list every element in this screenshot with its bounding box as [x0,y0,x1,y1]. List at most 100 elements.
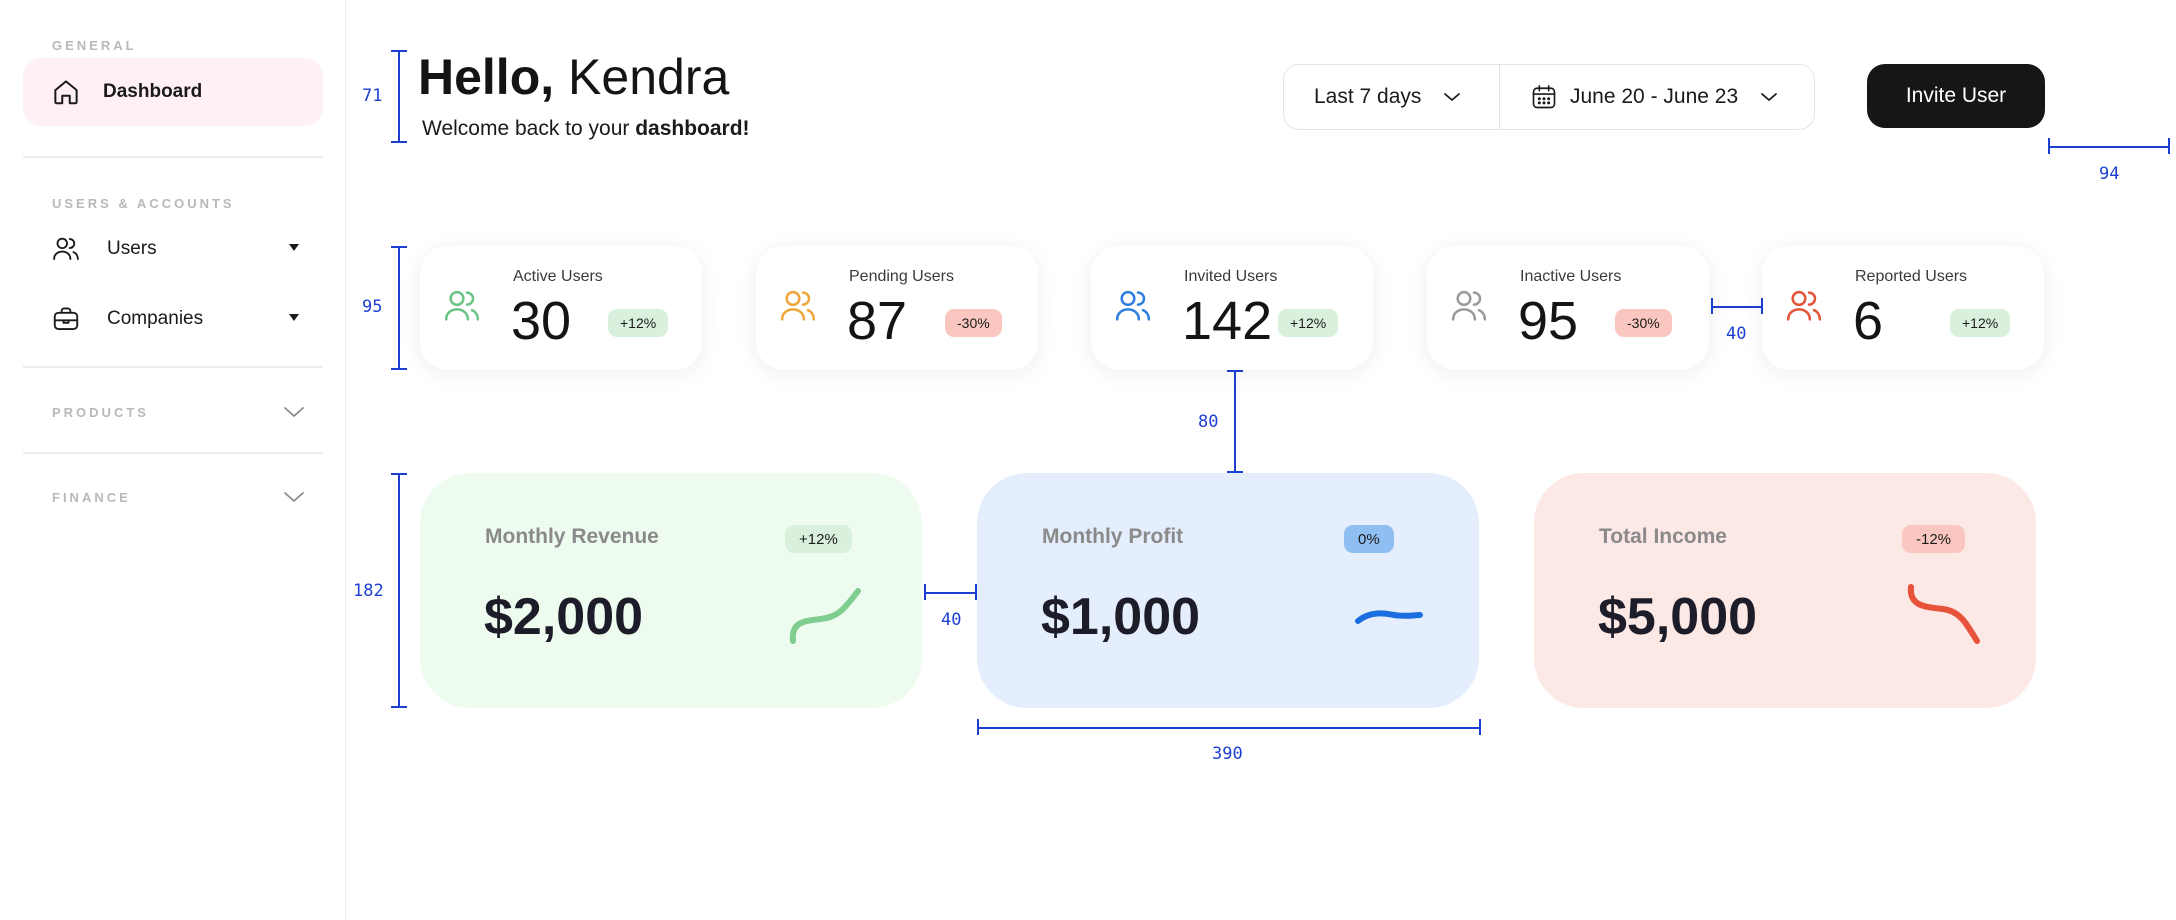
page-title: Hello, Kendra [418,48,729,106]
stat-label: Invited Users [1184,268,1278,285]
stat-value: 87 [847,291,908,351]
metric-card-total-income[interactable]: Total Income -12% $5,000 [1534,473,2036,708]
dimension-line [1712,306,1762,308]
dimension-tick [975,584,977,600]
dimension-line [398,50,400,142]
dimension-tick [391,473,407,475]
dimension-line [924,592,977,594]
date-range-picker[interactable]: June 20 - June 23 [1500,65,1814,129]
dimension-tick [1761,298,1763,314]
dimension-tick [391,141,407,143]
metric-label: Monthly Revenue [485,525,659,548]
stat-card-invited-users[interactable]: Invited Users 142 +12% [1091,246,1373,370]
dimension-label: 95 [362,297,383,317]
metric-card-monthly-profit[interactable]: Monthly Profit 0% $1,000 [977,473,1479,708]
dimension-tick [1227,471,1243,473]
users-icon [1451,290,1487,321]
dimension-tick [1227,370,1243,372]
briefcase-icon [51,304,81,334]
section-label-users-accounts: USERS & ACCOUNTS [52,196,235,211]
page-subtitle: Welcome back to your dashboard! [422,117,750,141]
stat-card-inactive-users[interactable]: Inactive Users 95 -30% [1427,246,1709,370]
dimension-label: 71 [362,86,383,106]
users-icon [444,290,480,321]
caret-down-icon[interactable] [289,244,299,251]
metric-value: $5,000 [1598,588,1758,646]
chevron-down-icon[interactable] [283,405,305,419]
dimension-tick [391,246,407,248]
dimension-tick [1479,719,1481,735]
users-icon [51,234,81,264]
dimension-tick [391,368,407,370]
dimension-tick [391,706,407,708]
stat-value: 6 [1853,291,1884,351]
status-badge: +12% [1950,309,2011,337]
trend-down-icon [1907,584,1980,644]
dimension-line [2048,146,2170,148]
divider [23,366,323,368]
status-badge: -30% [1615,309,1672,337]
metric-value: $2,000 [484,588,644,646]
users-icon [1115,290,1151,321]
welcome-bold: dashboard! [635,117,750,140]
stat-card-pending-users[interactable]: Pending Users 87 -30% [756,246,1038,370]
date-range-value: June 20 - June 23 [1570,85,1739,108]
sidebar-item-label: Users [107,238,157,259]
status-badge: -12% [1902,525,1966,553]
range-select[interactable]: Last 7 days [1284,65,1500,129]
status-badge: +12% [608,309,669,337]
trend-up-icon [789,588,861,644]
sidebar: GENERAL Dashboard USERS & ACCOUNTS Users… [0,0,346,920]
stat-label: Inactive Users [1520,268,1622,285]
stat-value: 30 [511,291,572,351]
dimension-line [398,246,400,370]
sidebar-item-label: Companies [107,308,204,329]
dimension-line [1234,370,1236,473]
trend-flat-icon [1355,610,1423,624]
dimension-label: 390 [1212,744,1243,764]
metric-label: Total Income [1599,525,1727,548]
caret-down-icon[interactable] [289,314,299,321]
divider [23,156,323,158]
status-badge: +12% [1278,309,1339,337]
dimension-label: 40 [941,610,962,630]
users-icon [1786,290,1822,321]
chevron-down-icon[interactable] [283,490,305,504]
stat-label: Active Users [513,268,603,285]
dimension-tick [924,584,926,600]
dimension-tick [391,50,407,52]
dimension-label: 80 [1198,412,1219,432]
stat-label: Reported Users [1855,268,1968,285]
section-label-finance[interactable]: FINANCE [52,490,131,505]
status-badge: 0% [1344,525,1394,553]
metric-label: Monthly Profit [1042,525,1184,548]
stat-value: 142 [1182,291,1273,351]
section-label-products[interactable]: PRODUCTS [52,405,149,420]
calendar-icon [1532,85,1556,109]
stat-label: Pending Users [849,268,954,285]
sidebar-item-label: Dashboard [103,81,203,102]
divider [23,452,323,454]
dimension-label: 94 [2099,164,2120,184]
sidebar-item-dashboard[interactable]: Dashboard [23,58,323,126]
metric-card-monthly-revenue[interactable]: Monthly Revenue +12% $2,000 [420,473,922,708]
sidebar-item-users[interactable]: Users [23,215,323,283]
welcome-text: Welcome back to your [422,117,636,140]
stat-card-active-users[interactable]: Active Users 30 +12% [420,246,702,370]
greeting-name: Kendra [568,49,730,105]
stat-value: 95 [1518,291,1579,351]
invite-user-button[interactable]: Invite User [1867,64,2045,128]
dimension-line [977,727,1481,729]
chevron-down-icon [1444,93,1461,101]
dimension-label: 182 [353,581,384,601]
dimension-tick [977,719,979,735]
status-badge: +12% [785,525,852,553]
dimension-label: 40 [1726,324,1747,344]
sidebar-item-companies[interactable]: Companies [23,285,323,353]
status-badge: -30% [945,309,1002,337]
dimension-tick [2168,138,2170,154]
stat-card-reported-users[interactable]: Reported Users 6 +12% [1762,246,2044,370]
greeting-hello: Hello, [418,49,555,105]
users-icon [780,290,816,321]
home-icon [51,77,81,107]
